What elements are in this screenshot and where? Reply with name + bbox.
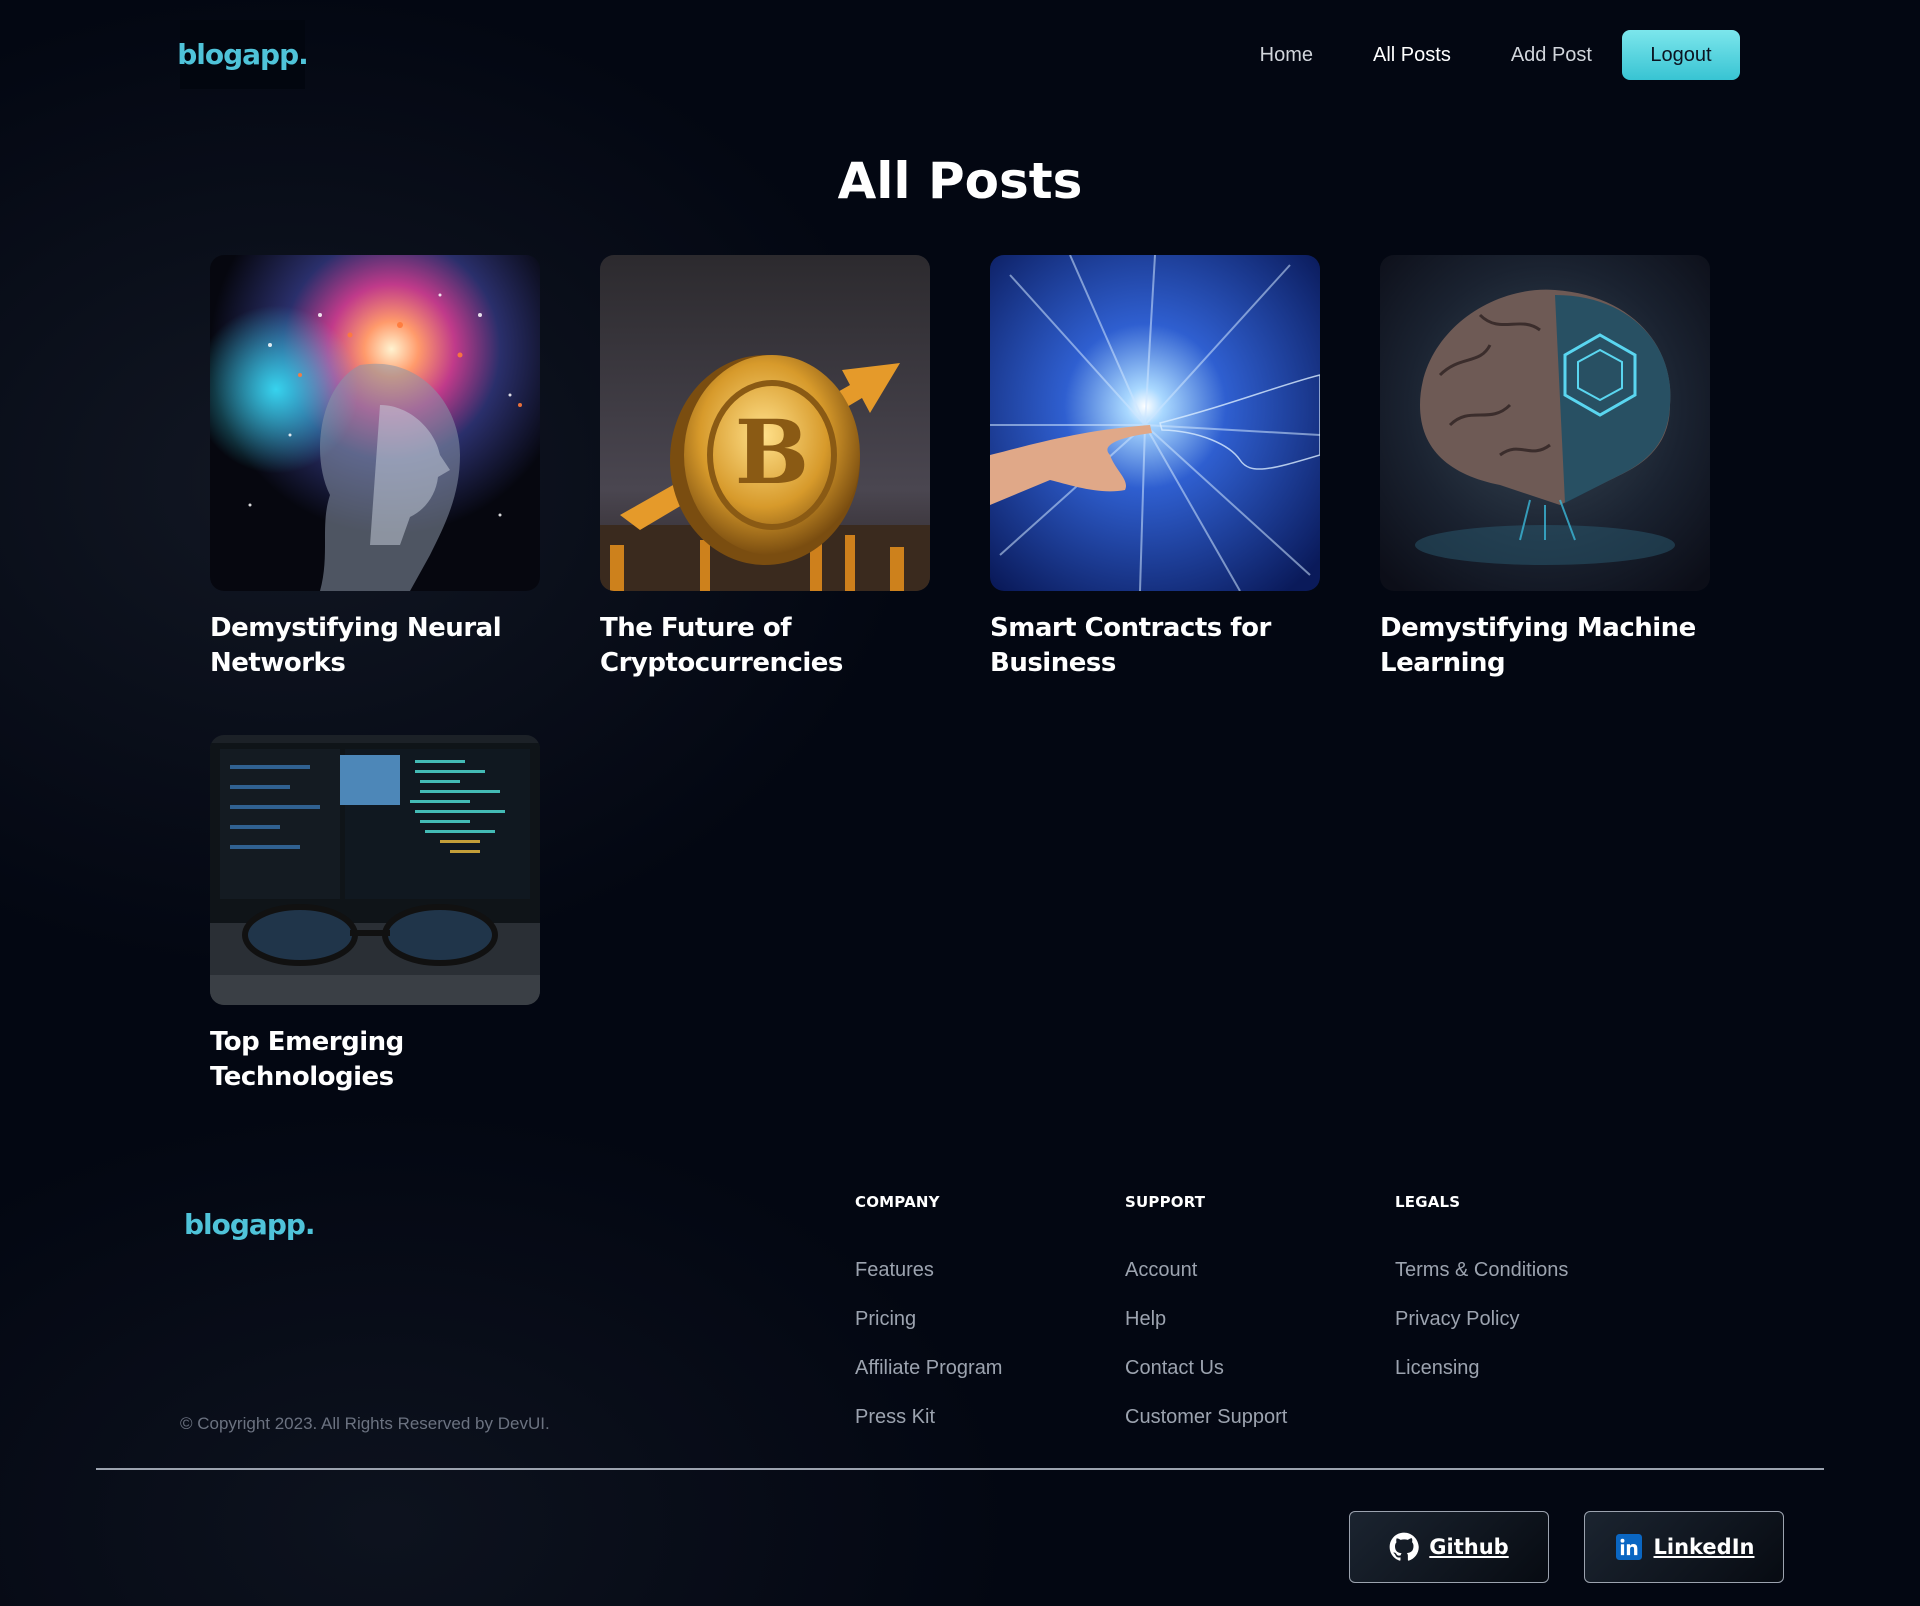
footer-column-company: COMPANY Features Pricing Affiliate Progr…	[855, 1193, 1115, 1455]
post-image-brain	[1380, 255, 1710, 591]
main-nav: Home All Posts Add Post Logout	[1260, 30, 1740, 80]
post-title[interactable]: The Future of Cryptocurrencies	[600, 611, 930, 681]
post-image-code	[210, 735, 540, 1005]
post-title[interactable]: Demystifying Machine Learning	[1380, 611, 1710, 681]
nav-home[interactable]: Home	[1260, 44, 1313, 67]
footer-heading: COMPANY	[855, 1193, 940, 1211]
post-card[interactable]: B The Future of Cryptocurrencies	[600, 255, 930, 681]
svg-text:B: B	[735, 400, 809, 504]
post-title[interactable]: Top Emerging Technologies	[210, 1025, 540, 1095]
post-card[interactable]: Demystifying Machine Learning	[1380, 255, 1710, 681]
footer-link-privacy-policy[interactable]: Privacy Policy	[1395, 1308, 1519, 1330]
linkedin-button[interactable]: LinkedIn	[1584, 1511, 1784, 1583]
post-title[interactable]: Smart Contracts for Business	[990, 611, 1320, 681]
footer-link-licensing[interactable]: Licensing	[1395, 1357, 1480, 1379]
github-icon	[1389, 1532, 1420, 1562]
post-image-hands	[990, 255, 1320, 591]
nav-all-posts[interactable]: All Posts	[1373, 44, 1451, 67]
header-logo[interactable]: blogapp.	[177, 20, 309, 89]
footer-link-features[interactable]: Features	[855, 1259, 934, 1281]
footer-link-customer-support[interactable]: Customer Support	[1125, 1406, 1287, 1428]
post-card[interactable]: Smart Contracts for Business	[990, 255, 1320, 681]
post-card[interactable]: Demystifying Neural Networks	[210, 255, 540, 681]
footer-column-legals: LEGALS Terms & Conditions Privacy Policy…	[1395, 1193, 1655, 1406]
footer-link-press-kit[interactable]: Press Kit	[855, 1406, 935, 1428]
footer-column-support: SUPPORT Account Help Contact Us Customer…	[1125, 1193, 1385, 1455]
post-title[interactable]: Demystifying Neural Networks	[210, 611, 540, 681]
linkedin-icon	[1614, 1532, 1644, 1562]
github-label: Github	[1429, 1535, 1509, 1559]
footer-link-pricing[interactable]: Pricing	[855, 1308, 916, 1330]
nav-add-post[interactable]: Add Post	[1511, 44, 1592, 67]
footer-logo[interactable]: blogapp.	[184, 1208, 316, 1241]
footer-heading: LEGALS	[1395, 1193, 1461, 1211]
footer-link-affiliate-program[interactable]: Affiliate Program	[855, 1357, 1002, 1379]
logo-text: blogapp.	[177, 38, 309, 71]
post-image-bitcoin: B	[600, 255, 930, 591]
copyright-text: © Copyright 2023. All Rights Reserved by…	[180, 1414, 550, 1433]
post-image-neural	[210, 255, 540, 591]
linkedin-label: LinkedIn	[1653, 1535, 1755, 1559]
footer-link-contact-us[interactable]: Contact Us	[1125, 1357, 1224, 1379]
github-button[interactable]: Github	[1349, 1511, 1549, 1583]
post-card[interactable]: Top Emerging Technologies	[210, 735, 540, 1095]
site-header: blogapp. Home All Posts Add Post Logout	[0, 0, 1920, 110]
page-title: All Posts	[837, 152, 1083, 210]
footer-link-help[interactable]: Help	[1125, 1308, 1166, 1330]
logout-button[interactable]: Logout	[1622, 30, 1740, 80]
footer-heading: SUPPORT	[1125, 1193, 1206, 1211]
footer-divider	[96, 1468, 1824, 1470]
footer-link-terms[interactable]: Terms & Conditions	[1395, 1259, 1568, 1281]
footer-link-account[interactable]: Account	[1125, 1259, 1197, 1281]
